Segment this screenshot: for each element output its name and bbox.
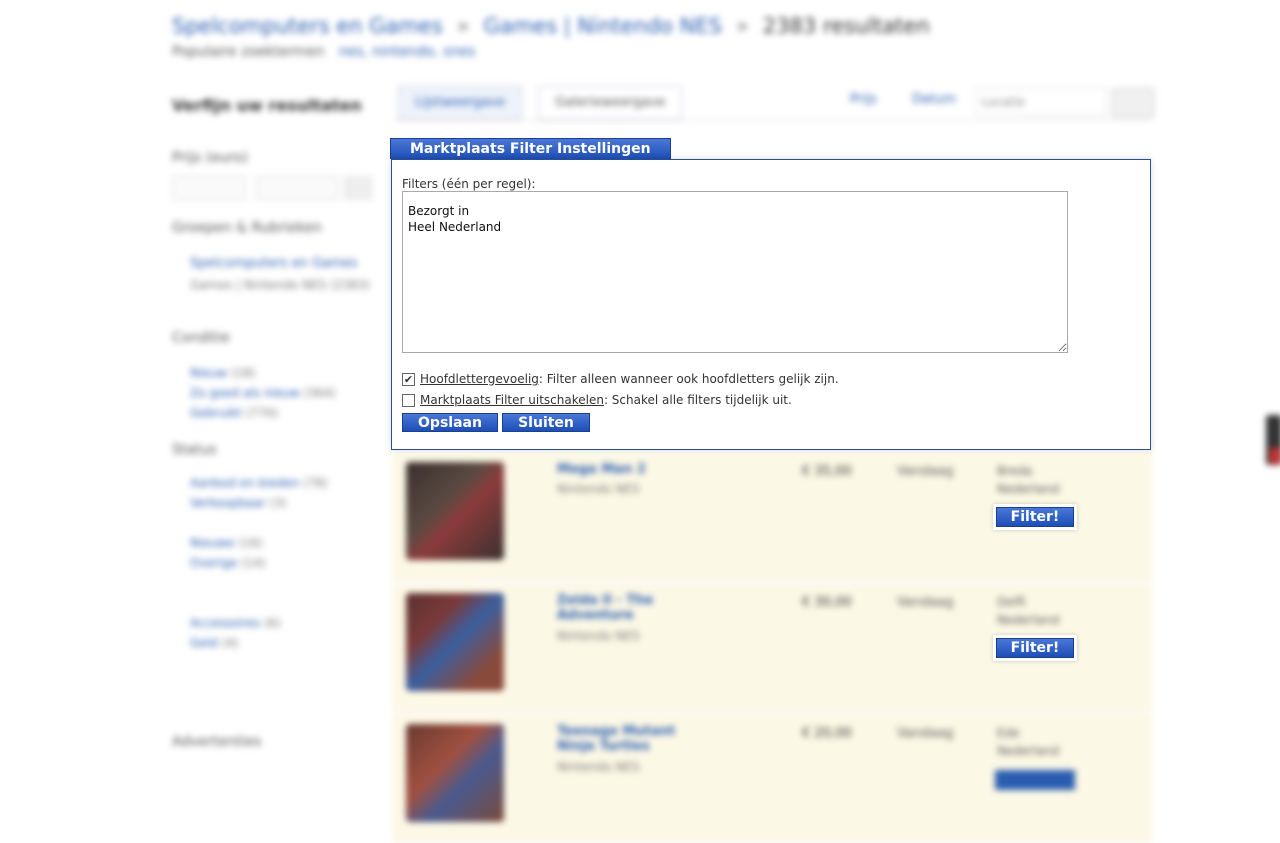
sidebar-link[interactable]: Geld (4) (190, 636, 238, 650)
filter-listing-label: Filter! (996, 638, 1074, 658)
case-sensitive-link[interactable]: Hoofdlettergevoelig (420, 372, 539, 386)
popular-search-link[interactable]: nes, nintendo, snes (339, 44, 476, 60)
popular-searches: Populaire zoektermen nes, nintendo, snes (172, 44, 476, 60)
case-sensitive-checkbox[interactable]: ✔ (402, 372, 415, 386)
disable-filter-checkbox[interactable] (402, 393, 415, 407)
listing-title[interactable]: Teenage Mutant Ninja Turtles (557, 724, 677, 754)
filter-panel-tab: Marktplaats Filter Instellingen (390, 138, 671, 159)
listing-price: € 35,00 (802, 464, 852, 479)
listing-title[interactable]: Mega Man 2 (557, 462, 677, 477)
listing-thumbnail[interactable] (406, 462, 504, 560)
side-widget-badge (1270, 448, 1280, 464)
filters-label: Filters (één per regel): (402, 177, 536, 191)
tab-gallery-view[interactable]: Galerieweergave (538, 86, 683, 120)
listing-title[interactable]: Zelda II - The Adventure (557, 593, 677, 623)
sidebar-heading-groups: Groepen & Rubrieken (172, 220, 322, 236)
listing-filter-button-blurred[interactable] (995, 770, 1075, 790)
disable-filter-option: Marktplaats Filter uitschakelen: Schakel… (402, 393, 792, 407)
sidebar-heading-condition: Conditie (172, 330, 230, 346)
sidebar-link[interactable]: Nieuwe (16) (190, 536, 263, 550)
sidebar-heading-status: Status (172, 442, 217, 458)
filters-textarea[interactable]: Bezorgt in Heel Nederland (402, 191, 1068, 353)
sidebar-heading-ads: Advertenties (172, 734, 262, 750)
listing-location-2: Nederland (997, 613, 1060, 627)
sidebar-link[interactable]: Aanbod en bieden (78) (190, 476, 328, 490)
listing-price: € 20,00 (802, 726, 852, 741)
listing-location: Ede (997, 726, 1020, 740)
filter-listing-button[interactable]: Filter! (993, 504, 1077, 530)
sidebar-link[interactable]: Overige (14) (190, 556, 266, 570)
case-sensitive-desc: : Filter alleen wanneer ook hoofdletters… (538, 372, 839, 386)
price-to-input[interactable] (256, 176, 338, 200)
listing-location: Delft (997, 595, 1026, 609)
sidebar-link[interactable]: Verkoopbaar (3) (190, 496, 287, 510)
disable-filter-link[interactable]: Marktplaats Filter uitschakelen (420, 393, 604, 407)
price-go-button[interactable] (344, 176, 372, 200)
listing-desc: Nintendo NES (557, 760, 640, 774)
location-input[interactable]: Locatie (975, 88, 1107, 116)
sort-link-date[interactable]: Datum (912, 92, 956, 107)
listing-thumbnail[interactable] (406, 593, 504, 691)
listing-date: Vandaag (897, 726, 954, 741)
listing-date: Vandaag (897, 464, 954, 479)
case-sensitive-option: ✔ Hoofdlettergevoelig: Filter alleen wan… (402, 372, 839, 386)
price-from-input[interactable] (172, 176, 246, 200)
close-button[interactable]: Sluiten (502, 413, 590, 432)
sidebar-link[interactable]: Nieuw (18) (190, 366, 256, 380)
sidebar-link[interactable]: Spelcomputers en Games (190, 256, 358, 271)
filter-settings-panel: Filters (één per regel): Bezorgt in Heel… (391, 159, 1151, 450)
breadcrumb-item[interactable]: Games | Nintendo NES (484, 14, 722, 38)
tab-list-view[interactable]: Lijstweergave (398, 86, 522, 120)
listing-date: Vandaag (897, 595, 954, 610)
listing-desc: Nintendo NES (557, 629, 640, 643)
listing-thumbnail[interactable] (406, 724, 504, 822)
listing-location-2: Nederland (997, 482, 1060, 496)
listing-location: Breda (997, 464, 1033, 478)
filter-listing-button[interactable]: Filter! (993, 635, 1077, 661)
filter-listing-label: Filter! (996, 507, 1074, 527)
sidebar-link[interactable]: Gebruikt (770) (190, 406, 278, 420)
sort-link-price[interactable]: Prijs (850, 92, 877, 107)
listing-location-2: Nederland (997, 744, 1060, 758)
location-go-button[interactable] (1112, 88, 1154, 118)
breadcrumb-item[interactable]: Spelcomputers en Games (172, 14, 443, 38)
result-count: 2383 resultaten (762, 14, 930, 38)
save-button[interactable]: Opslaan (402, 413, 498, 432)
sidebar-heading-price: Prijs (euro) (172, 150, 248, 166)
listing-row[interactable]: Teenage Mutant Ninja Turtles Nintendo NE… (392, 714, 1152, 843)
listing-price: € 30,00 (802, 595, 852, 610)
breadcrumb: Spelcomputers en Games» Games | Nintendo … (172, 14, 930, 38)
sidebar-link[interactable]: Zo goed als nieuw (364) (190, 386, 336, 400)
sidebar-link[interactable]: Games | Nintendo NES (2383) (190, 278, 370, 292)
disable-filter-desc: : Schakel alle filters tijdelijk uit. (603, 393, 792, 407)
listing-desc: Nintendo NES (557, 482, 640, 496)
sidebar-title: Verfijn uw resultaten (172, 96, 362, 115)
sidebar-link[interactable]: Accessoires (6) (190, 616, 281, 630)
